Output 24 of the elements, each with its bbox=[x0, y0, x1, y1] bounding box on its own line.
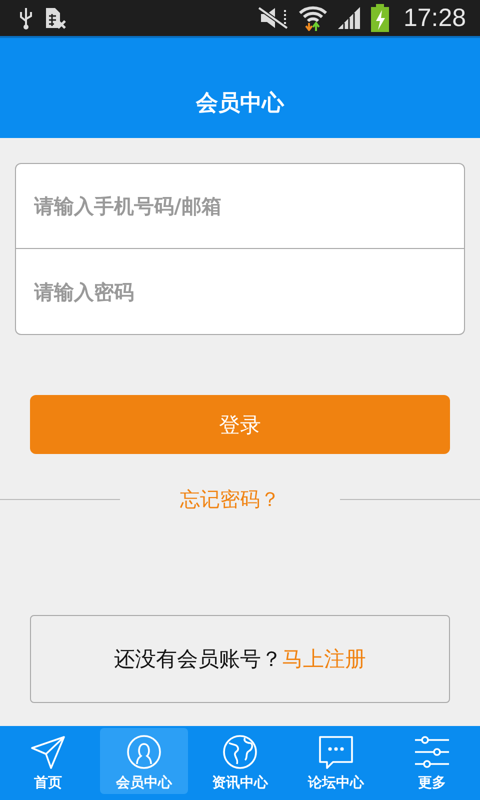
tab-item[interactable]: 会员中心 bbox=[100, 728, 188, 794]
person-icon bbox=[125, 734, 163, 770]
forgot-password-link[interactable]: 忘记密码？ bbox=[120, 486, 340, 512]
wifi-icon bbox=[299, 5, 328, 31]
tab-item[interactable]: 首页 bbox=[4, 728, 92, 794]
login-button[interactable]: 登录 bbox=[30, 395, 450, 454]
password-field[interactable]: 请输入密码 bbox=[15, 249, 465, 335]
mute-icon bbox=[257, 6, 290, 30]
chat-bubble-icon bbox=[317, 734, 355, 770]
globe-icon bbox=[221, 734, 259, 770]
sliders-icon bbox=[413, 734, 451, 770]
register-link[interactable]: 马上注册 bbox=[282, 647, 366, 671]
register-prompt: 还没有会员账号？马上注册 bbox=[114, 646, 366, 673]
paper-plane-icon bbox=[29, 734, 67, 770]
tab-item[interactable]: 论坛中心 bbox=[292, 728, 380, 794]
battery-charging-icon bbox=[371, 4, 390, 32]
tab-item[interactable]: 更多 bbox=[388, 728, 476, 794]
tab-item[interactable]: 资讯中心 bbox=[196, 728, 284, 794]
usb-icon bbox=[18, 6, 34, 30]
sim-card-icon bbox=[44, 6, 68, 30]
clock-time: 17:28 bbox=[403, 4, 466, 32]
signal-icon bbox=[337, 6, 362, 30]
page-title: 会员中心 bbox=[196, 90, 284, 118]
account-field[interactable]: 请输入手机号码/邮箱 bbox=[15, 163, 465, 249]
